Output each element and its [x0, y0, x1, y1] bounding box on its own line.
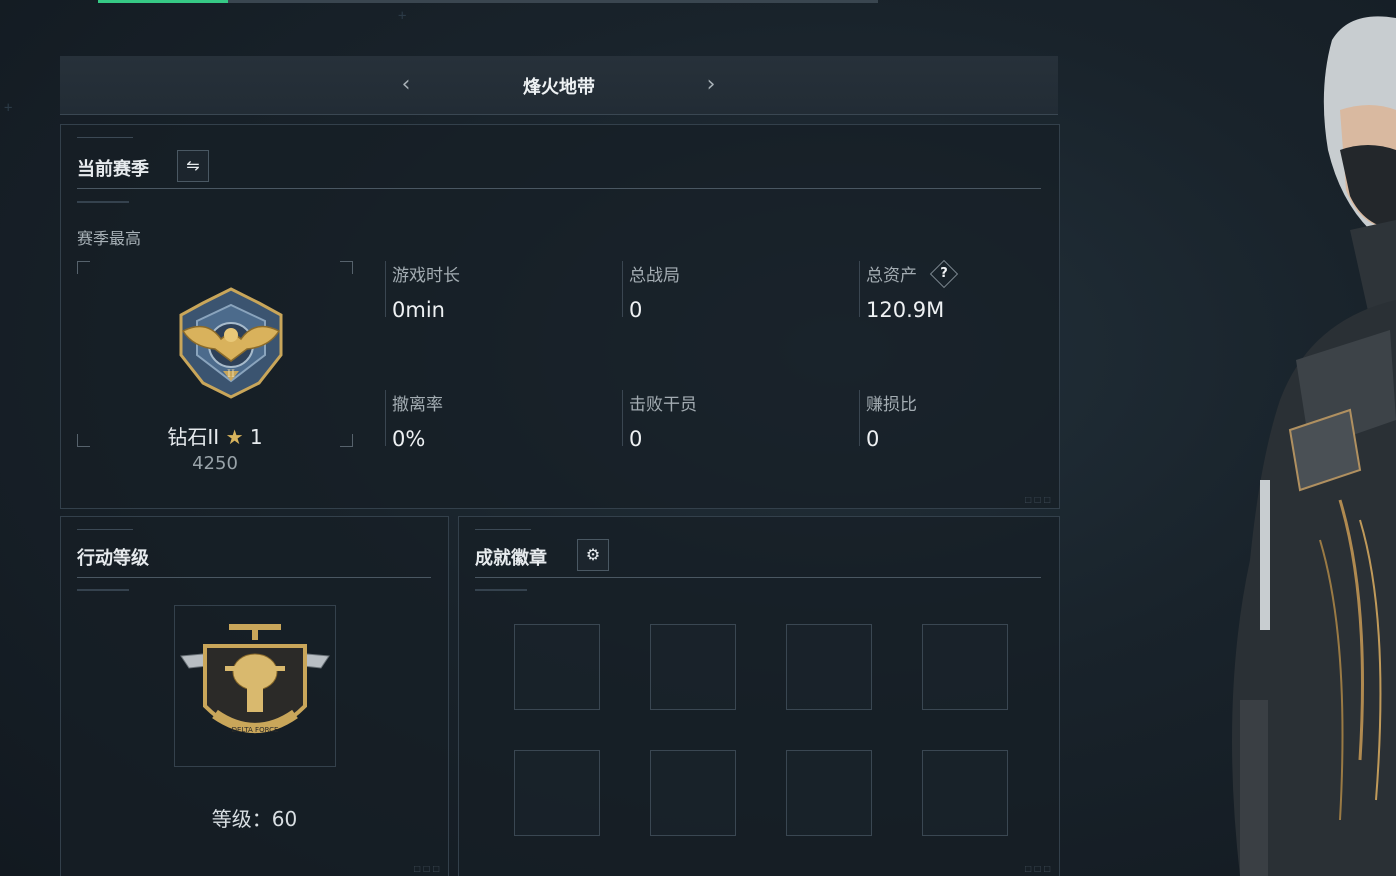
diamond-rank-emblem-icon: II	[179, 287, 283, 399]
badge-slot[interactable]	[514, 750, 600, 836]
stat-value: 120.9M	[866, 298, 945, 322]
help-icon-glyph: ?	[940, 266, 949, 281]
rank-title: 钻石II ★ 1	[77, 421, 353, 450]
season-title: 当前赛季	[77, 159, 149, 180]
rank-card: II 钻石II ★ 1 4250	[77, 261, 353, 474]
panel-divider	[77, 188, 1041, 189]
svg-text:II: II	[227, 369, 235, 380]
corner-decoration: □□□	[1024, 864, 1053, 873]
career-screen: + + ‹ 烽火地带 › 当前赛季 ⇋ 赛季最高 II 钻石II ★ 1 425…	[0, 0, 1396, 876]
rank-stars: 1	[249, 425, 263, 449]
level-title: 行动等级	[77, 548, 149, 569]
top-progress-fill	[98, 0, 229, 3]
badge-slot[interactable]	[786, 624, 872, 710]
stat-label: 游戏时长	[392, 266, 460, 286]
badge-title: 成就徽章	[475, 548, 547, 569]
panel-accent	[77, 201, 129, 203]
badge-panel: 成就徽章 ⚙ □□□	[458, 516, 1060, 876]
operator-character-art	[1232, 16, 1396, 876]
stat-value: 0min	[392, 298, 445, 322]
mode-title: 烽火地带	[523, 77, 595, 98]
stat-total-assets: 总资产 ? 120.9M	[859, 259, 959, 322]
panel-tag	[77, 137, 133, 142]
season-best-label: 赛季最高	[77, 229, 142, 248]
star-icon: ★	[225, 425, 244, 449]
stat-value: 0	[629, 427, 643, 451]
badge-slot[interactable]	[922, 624, 1008, 710]
stat-operators-defeated: 击败干员 0	[622, 390, 697, 451]
mode-selector: ‹ 烽火地带 ›	[60, 56, 1058, 115]
grid-mark: +	[398, 8, 407, 24]
stat-label-row: 总资产 ?	[866, 259, 959, 289]
help-icon[interactable]: ?	[930, 259, 959, 289]
stat-value: 0%	[392, 427, 426, 451]
swap-arrows-icon[interactable]: ⇋	[177, 150, 209, 182]
stat-label: 总资产	[866, 266, 917, 286]
badge-slot[interactable]	[650, 624, 736, 710]
stat-label: 赚损比	[866, 395, 917, 415]
chevron-right-icon[interactable]: ›	[696, 70, 726, 100]
stat-label: 总战局	[629, 266, 680, 286]
badge-slot[interactable]	[650, 750, 736, 836]
top-progress-bar	[98, 0, 878, 3]
corner-decoration: □□□	[1024, 495, 1053, 504]
panel-accent	[77, 589, 129, 591]
badge-slot[interactable]	[786, 750, 872, 836]
badge-slot[interactable]	[922, 750, 1008, 836]
level-text: 等级：60	[211, 807, 298, 831]
helicopter-level-emblem-icon: DELTA FORCE	[180, 624, 330, 734]
stat-profit-loss-ratio: 赚损比 0	[859, 390, 917, 451]
stat-label: 击败干员	[629, 395, 697, 415]
rank-score: 4250	[192, 453, 238, 474]
stat-total-matches: 总战局 0	[622, 261, 680, 322]
level-panel: 行动等级 DELTA FORCE 等级：60 □□□	[60, 516, 449, 876]
frame-corner	[340, 261, 353, 274]
stat-value: 0	[866, 427, 880, 451]
level-emblem-frame: DELTA FORCE	[174, 605, 336, 767]
panel-divider	[77, 577, 431, 578]
stat-playtime: 游戏时长 0min	[385, 261, 460, 322]
corner-decoration: □□□	[413, 864, 442, 873]
grid-mark: +	[4, 100, 13, 116]
panel-tag	[475, 529, 531, 534]
badge-slot[interactable]	[514, 624, 600, 710]
panel-tag	[77, 529, 133, 534]
stat-label: 撤离率	[392, 395, 443, 415]
frame-corner	[77, 261, 90, 274]
stat-extraction-rate: 撤离率 0%	[385, 390, 443, 451]
gear-icon[interactable]: ⚙	[577, 539, 609, 571]
emblem-text: DELTA FORCE	[232, 726, 279, 734]
panel-divider	[475, 577, 1041, 578]
season-panel: 当前赛季 ⇋ 赛季最高 II 钻石II ★ 1 4250 游戏时长 0min 总…	[60, 124, 1060, 509]
stat-value: 0	[629, 298, 643, 322]
rank-name: 钻石II	[167, 425, 220, 449]
panel-accent	[475, 589, 527, 591]
